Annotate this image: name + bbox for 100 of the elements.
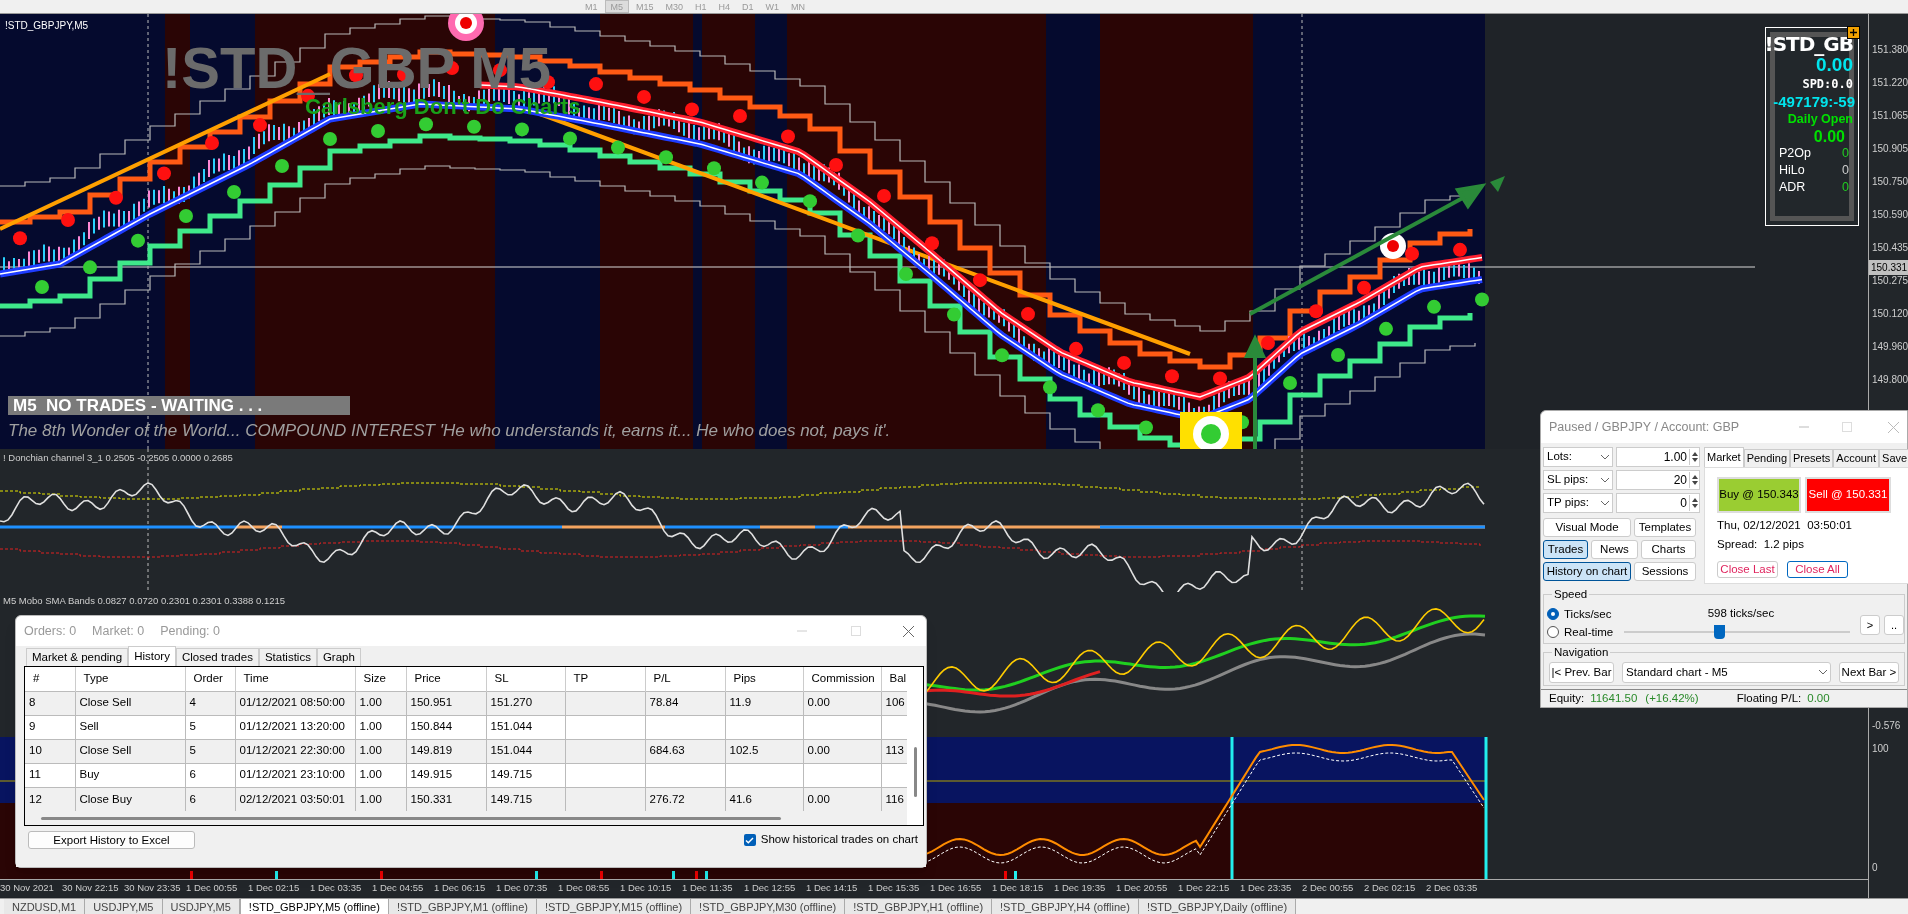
field-dropdown[interactable]: TP pips: bbox=[1543, 493, 1613, 513]
history-tab[interactable]: Closed trades bbox=[175, 648, 259, 666]
table-cell: 0.00 bbox=[807, 696, 830, 709]
history-tab[interactable]: Graph bbox=[316, 648, 361, 666]
panel-button[interactable]: Visual Mode bbox=[1543, 518, 1631, 537]
add-icon[interactable] bbox=[1847, 26, 1860, 39]
chart-tab[interactable]: !STD_GBPJPY,M30 (offline) bbox=[691, 899, 846, 914]
spin-up-icon[interactable] bbox=[1691, 475, 1698, 479]
chart-tab[interactable]: !STD_GBPJPY,Daily (offline) bbox=[1138, 899, 1297, 914]
time-label: 1 Dec 19:35 bbox=[1054, 881, 1107, 896]
number-field[interactable]: 0 bbox=[1616, 493, 1700, 513]
equity-change: (+16.42%) bbox=[1645, 690, 1699, 706]
table-cell: 4 bbox=[189, 696, 196, 709]
checkbox[interactable] bbox=[743, 834, 756, 846]
prev-bar-button[interactable]: |< Prev. Bar bbox=[1549, 662, 1615, 683]
stat-value: 0 bbox=[1842, 161, 1849, 179]
spin-down-icon[interactable] bbox=[1691, 481, 1698, 485]
price-label: 149.960 bbox=[1872, 340, 1908, 354]
buy-button[interactable]: Buy @ 150.343 bbox=[1717, 477, 1801, 513]
table-cell: 116 bbox=[885, 792, 904, 805]
panel-button[interactable]: Trades bbox=[1543, 540, 1588, 559]
panel-button[interactable]: Templates bbox=[1634, 518, 1696, 537]
table-cell: 01/12/2021 13:20:00 bbox=[239, 720, 346, 733]
panel-tab[interactable]: Market bbox=[1704, 447, 1744, 467]
chart-tab[interactable]: USDJPY,M5 bbox=[162, 899, 240, 914]
close-last-button[interactable]: Close Last bbox=[1717, 560, 1778, 578]
trade-tick bbox=[1004, 871, 1007, 879]
count-label: Pending: 0 bbox=[160, 622, 220, 640]
spin-up-icon[interactable] bbox=[1691, 498, 1698, 502]
panel-button[interactable]: News bbox=[1591, 540, 1638, 559]
table-cell: 9 bbox=[29, 720, 36, 733]
chart-tab[interactable]: !STD_GBPJPY,M15 (offline) bbox=[536, 899, 692, 914]
chevron-down-icon bbox=[1818, 670, 1827, 675]
step-button[interactable]: > bbox=[1860, 615, 1880, 635]
close-all-button[interactable]: Close All bbox=[1787, 560, 1848, 578]
spin-up-icon[interactable] bbox=[1691, 452, 1698, 456]
spin-down-icon[interactable] bbox=[1691, 458, 1698, 462]
number-field[interactable]: 1.00 bbox=[1616, 447, 1700, 467]
table-cell: Close Sell bbox=[79, 696, 132, 709]
panel-tab[interactable]: Pending bbox=[1743, 449, 1790, 467]
panel-button[interactable]: Charts bbox=[1641, 540, 1696, 559]
panel-tab[interactable]: Account bbox=[1833, 449, 1880, 467]
speed-slider[interactable] bbox=[1623, 625, 1850, 639]
export-button[interactable]: Export History to Excel bbox=[28, 831, 195, 849]
quote-text: The 8th Wonder of the World... COMPOUND INTEREST 'He who understands it, earns it... He who does not, pays it'. bbox=[8, 420, 891, 442]
chart-select[interactable]: Standard chart - M5 bbox=[1622, 662, 1831, 683]
trade-tick bbox=[190, 871, 193, 879]
chart-tab[interactable]: !STD_GBPJPY,M1 (offline) bbox=[388, 899, 537, 914]
target-marker bbox=[448, 14, 484, 41]
chart-tab[interactable]: !STD_GBPJPY,H4 (offline) bbox=[992, 899, 1139, 914]
table-cell: 149.715 bbox=[490, 768, 533, 781]
chevron-down-icon bbox=[1601, 500, 1609, 506]
slider-thumb[interactable] bbox=[1713, 625, 1725, 639]
field-dropdown[interactable]: Lots: bbox=[1543, 447, 1613, 467]
price-value: 0.00 bbox=[1816, 55, 1853, 75]
table-cell: 150.331 bbox=[410, 792, 453, 805]
time-label: 1 Dec 11:35 bbox=[682, 881, 734, 896]
radio-button[interactable] bbox=[1547, 608, 1559, 621]
close-icon[interactable] bbox=[903, 625, 914, 637]
history-tab[interactable]: Market & pending bbox=[26, 648, 129, 666]
target-marker bbox=[1380, 233, 1406, 259]
trade-tick bbox=[1014, 871, 1017, 879]
stat-value: 0 bbox=[1842, 144, 1849, 162]
table-cell: 151.044 bbox=[490, 744, 533, 757]
price-label: 150.905 bbox=[1872, 142, 1908, 156]
panel-tab[interactable]: Presets bbox=[1790, 449, 1834, 467]
table-cell: 102.5 bbox=[729, 744, 759, 757]
price-label: 150.275 bbox=[1872, 274, 1908, 288]
price-label: 149.800 bbox=[1872, 373, 1908, 387]
next-bar-button[interactable]: Next Bar > bbox=[1838, 662, 1899, 683]
table-cell: 01/12/2021 23:10:00 bbox=[239, 768, 346, 781]
table-cell: 11 bbox=[29, 768, 41, 781]
field-dropdown[interactable]: SL pips: bbox=[1543, 470, 1613, 490]
symbol-label: !STD_GBPJPY,M5 bbox=[5, 19, 89, 33]
panel-tab[interactable]: Save bbox=[1879, 449, 1908, 467]
table-cell: 151.270 bbox=[490, 696, 533, 709]
radio-button[interactable] bbox=[1547, 626, 1559, 639]
chart-tab[interactable]: NZDUSD,M1 bbox=[4, 899, 86, 914]
count-label: Market: 0 bbox=[92, 622, 145, 640]
panel-button[interactable]: Sessions bbox=[1634, 562, 1696, 581]
spin-down-icon[interactable] bbox=[1691, 504, 1698, 508]
table-cell: 1.00 bbox=[359, 696, 382, 709]
trade-tick bbox=[672, 871, 675, 879]
chart-tab[interactable]: !STD_GBPJPY,H1 (offline) bbox=[845, 899, 993, 914]
spread-value: SPD:0.0 bbox=[1802, 76, 1853, 93]
stat-value: 0 bbox=[1842, 178, 1849, 196]
number-field[interactable]: 20 bbox=[1616, 470, 1700, 490]
table-cell: 78.84 bbox=[649, 696, 679, 709]
step-button[interactable]: .. bbox=[1884, 615, 1904, 635]
history-tab[interactable]: History bbox=[128, 646, 176, 666]
chart-tab[interactable]: !STD_GBPJPY,M5 (offline) bbox=[239, 899, 389, 914]
table-cell: 149.819 bbox=[410, 744, 453, 757]
current-price-label: 150.331 bbox=[1869, 260, 1908, 275]
time-label: 1 Dec 14:15 bbox=[806, 881, 859, 896]
panel-button[interactable]: History on chart bbox=[1543, 562, 1631, 581]
chart-tab[interactable]: USDJPY,M5 bbox=[85, 899, 163, 914]
equity-value: 11641.50 bbox=[1590, 690, 1638, 706]
time-label: 1 Dec 22:15 bbox=[1178, 881, 1231, 896]
history-tab[interactable]: Statistics bbox=[258, 648, 317, 666]
sell-button[interactable]: Sell @ 150.331 bbox=[1805, 477, 1891, 513]
